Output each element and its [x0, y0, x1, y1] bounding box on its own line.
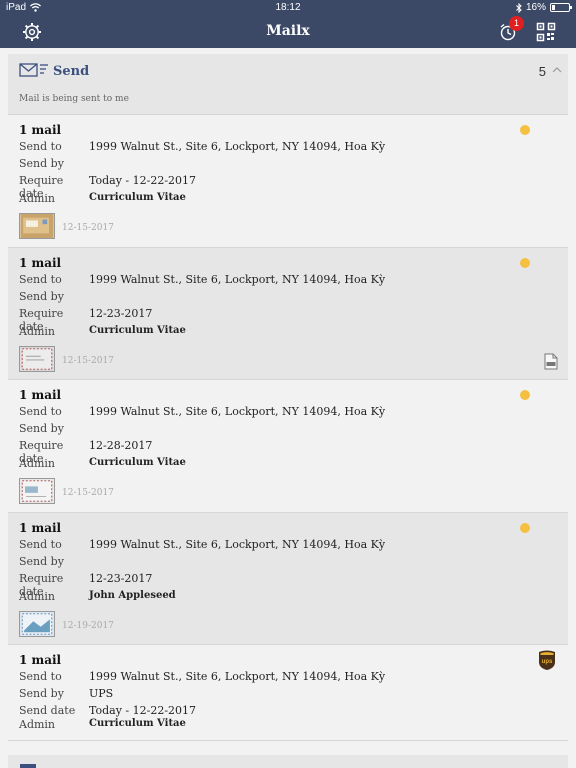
svg-text:ups: ups [542, 659, 553, 665]
send-by-label: Send by [19, 289, 64, 303]
thumbnail-date: 12-15-2017 [62, 488, 114, 498]
send-to-label: Send to [19, 272, 62, 286]
nav-bar: Mailx 1 [0, 16, 576, 48]
send-to-label: Send to [19, 405, 62, 418]
send-by-label: Send by [19, 554, 64, 568]
admin-label: Admin [19, 324, 56, 338]
mail-thumbnail[interactable] [19, 345, 55, 372]
send-to-label: Send to [19, 140, 62, 153]
mail-list: Send 5 Mail is being sent to me 1 mail S… [8, 54, 568, 768]
status-dot [520, 390, 530, 400]
ups-icon: ups [539, 650, 555, 670]
mail-thumbnail[interactable] [19, 213, 55, 239]
admin-value: Curriculum Vitae [89, 324, 186, 336]
thumbnail-date: 12-19-2017 [62, 620, 114, 631]
send-by-value: UPS [89, 687, 114, 700]
send-to-value: 1999 Walnut St., Site 6, Lockport, NY 14… [89, 670, 386, 683]
send-to-value: 1999 Walnut St., Site 6, Lockport, NY 14… [89, 405, 386, 418]
send-by-label: Send by [19, 157, 64, 170]
admin-label: Admin [19, 192, 56, 205]
mail-count: 1 mail [19, 123, 62, 137]
section-subtitle: Mail is being sent to me [19, 94, 129, 104]
section-header-send[interactable]: Send 5 Mail is being sent to me [8, 54, 568, 115]
mail-count: 1 mail [19, 653, 62, 667]
send-to-value: 1999 Walnut St., Site 6, Lockport, NY 14… [89, 140, 386, 153]
mail-card[interactable]: 1 mail Send to 1999 Walnut St., Site 6, L… [8, 512, 568, 645]
status-dot [520, 125, 530, 135]
mail-card[interactable]: 1 mail ups Send to 1999 Walnut St., Site … [8, 645, 568, 741]
battery-percent: 16% [525, 2, 546, 13]
thumbnail-date: 12-15-2017 [62, 355, 114, 366]
thumbnail-date: 12-15-2017 [62, 223, 114, 233]
mail-count: 1 mail [19, 255, 62, 270]
mail-count: 1 mail [19, 388, 62, 402]
mail-card[interactable]: 1 mail Send to 1999 Walnut St., Site 6, L… [8, 115, 568, 248]
admin-label: Admin [19, 718, 56, 731]
send-by-label: Send by [19, 687, 64, 700]
alarm-button[interactable]: 1 [498, 16, 524, 42]
status-bar: iPad 18:12 16% [0, 0, 576, 16]
send-to-label: Send to [19, 537, 62, 551]
admin-label: Admin [19, 589, 56, 603]
status-dot [520, 522, 530, 533]
admin-value: John Appleseed [89, 589, 176, 601]
admin-value: Curriculum Vitae [89, 457, 186, 468]
date-value: Today - 12-22-2017 [89, 704, 197, 717]
chevron-up-icon[interactable] [552, 66, 562, 74]
mail-thumbnail[interactable] [19, 610, 55, 637]
admin-value: Curriculum Vitae [89, 718, 186, 729]
status-dot [520, 257, 530, 268]
section-title: Send [53, 64, 90, 79]
mail-card[interactable]: 1 mail Send to 1999 Walnut St., Site 6, L… [8, 380, 568, 513]
send-to-value: 1999 Walnut St., Site 6, Lockport, NY 14… [89, 537, 386, 551]
admin-value: Curriculum Vitae [89, 192, 186, 203]
mail-count: 1 mail [19, 520, 62, 535]
qr-code-icon[interactable] [536, 22, 556, 42]
send-to-value: 1999 Walnut St., Site 6, Lockport, NY 14… [89, 272, 386, 286]
section-count: 5 [538, 64, 546, 79]
page-title: Mailx [266, 23, 310, 39]
section-header-next[interactable] [8, 755, 568, 768]
send-by-label: Send by [19, 422, 64, 435]
notification-badge: 1 [509, 16, 524, 31]
mail-card[interactable]: 1 mail Send to 1999 Walnut St., Site 6, L… [8, 247, 568, 380]
date-label: Send date [19, 704, 76, 717]
pdf-icon[interactable] [544, 353, 558, 370]
mail-icon [20, 764, 36, 768]
send-to-label: Send to [19, 670, 62, 683]
mail-thumbnail[interactable] [19, 478, 55, 504]
battery-icon [550, 3, 572, 12]
status-time: 18:12 [275, 2, 301, 13]
battery-level [552, 5, 555, 10]
admin-label: Admin [19, 457, 56, 470]
bluetooth-icon [516, 2, 522, 13]
mail-send-icon [19, 63, 48, 77]
